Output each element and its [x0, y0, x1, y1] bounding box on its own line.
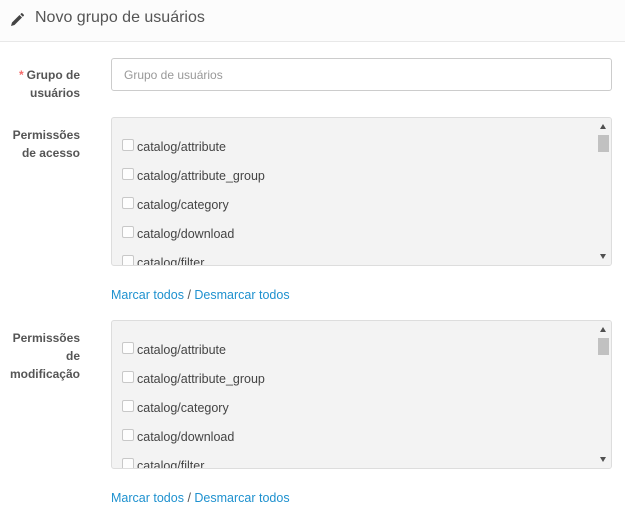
list-item[interactable]: catalog/attribute	[122, 137, 226, 157]
group-name-input[interactable]	[111, 58, 612, 91]
modify-permissions-label: Permissões de modificação	[9, 331, 80, 381]
pencil-icon	[11, 12, 25, 26]
checkbox[interactable]	[122, 139, 134, 151]
deselect-all-modify-link[interactable]: Desmarcar todos	[194, 491, 289, 505]
access-permissions-label: Permissões de acesso	[12, 128, 80, 160]
deselect-all-access-link[interactable]: Desmarcar todos	[194, 288, 289, 302]
scroll-down-icon[interactable]	[600, 457, 606, 462]
list-item[interactable]: catalog/download	[122, 427, 234, 447]
access-permissions-list[interactable]: catalog/attribute catalog/attribute_grou…	[111, 117, 612, 266]
list-item[interactable]: catalog/attribute_group	[122, 369, 265, 389]
checkbox[interactable]	[122, 371, 134, 383]
list-item[interactable]: catalog/attribute	[122, 340, 226, 360]
checkbox[interactable]	[122, 197, 134, 209]
scrollbar[interactable]	[596, 118, 611, 265]
checkbox[interactable]	[122, 342, 134, 354]
access-select-links: Marcar todos / Desmarcar todos	[111, 288, 290, 302]
list-item[interactable]: catalog/category	[122, 195, 229, 215]
checkbox[interactable]	[122, 429, 134, 441]
checkbox[interactable]	[122, 400, 134, 412]
list-item[interactable]: catalog/category	[122, 398, 229, 418]
checkbox[interactable]	[122, 168, 134, 180]
required-mark: *	[18, 68, 24, 82]
checkbox[interactable]	[122, 226, 134, 238]
select-all-modify-link[interactable]: Marcar todos	[111, 491, 184, 505]
scrollbar-thumb[interactable]	[598, 338, 609, 355]
modify-select-links: Marcar todos / Desmarcar todos	[111, 491, 290, 505]
list-item[interactable]: catalog/download	[122, 224, 234, 244]
scroll-down-icon[interactable]	[600, 254, 606, 259]
list-item[interactable]: catalog/attribute_group	[122, 166, 265, 186]
checkbox[interactable]	[122, 458, 134, 468]
panel-heading: Novo grupo de usuários	[0, 0, 625, 42]
group-name-label: * Grupo de usuários	[18, 68, 80, 100]
scrollbar[interactable]	[596, 321, 611, 468]
scroll-up-icon[interactable]	[600, 124, 606, 129]
list-item[interactable]: catalog/filter	[122, 253, 204, 265]
select-all-access-link[interactable]: Marcar todos	[111, 288, 184, 302]
scroll-up-icon[interactable]	[600, 327, 606, 332]
list-item[interactable]: catalog/filter	[122, 456, 204, 468]
checkbox[interactable]	[122, 255, 134, 265]
page-title: Novo grupo de usuários	[35, 9, 205, 26]
modify-permissions-list[interactable]: catalog/attribute catalog/attribute_grou…	[111, 320, 612, 469]
scrollbar-thumb[interactable]	[598, 135, 609, 152]
